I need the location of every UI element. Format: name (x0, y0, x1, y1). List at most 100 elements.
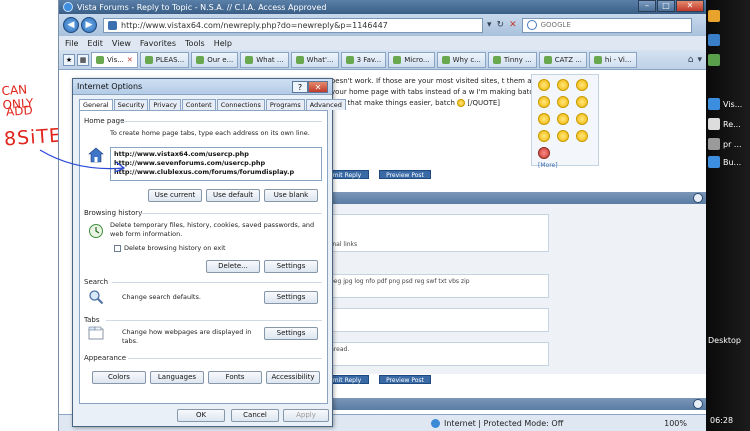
taskbar-item-3[interactable]: Bu... (708, 154, 748, 170)
search-provider-icon (526, 20, 537, 30)
close-button[interactable]: ✕ (676, 0, 704, 12)
taskbar-item-1[interactable]: Re... (708, 116, 748, 132)
history-settings-button[interactable]: Settings (264, 260, 318, 273)
fonts-button[interactable]: Fonts (208, 371, 262, 384)
stop-icon[interactable]: ✕ (509, 20, 517, 30)
tab-1[interactable]: PLEAS... (139, 51, 190, 68)
smiley-icon[interactable] (576, 79, 588, 91)
preview-post-button[interactable]: Preview Post (379, 170, 431, 179)
dialog-close-button[interactable]: ✕ (308, 81, 328, 93)
smiley-icon[interactable] (538, 96, 550, 108)
tab-2[interactable]: Our e... (191, 51, 239, 68)
menu-favorites[interactable]: Favorites (140, 39, 176, 48)
tab-7[interactable]: Why c... (436, 51, 486, 68)
tabs-settings-button[interactable]: Settings (264, 327, 318, 340)
smiley-icon[interactable] (538, 113, 550, 125)
internet-options-dialog: Internet Options ? ✕ General Security Pr… (72, 78, 346, 427)
history-icon (89, 224, 103, 238)
preview-post-button-bottom[interactable]: Preview Post (379, 375, 431, 384)
smiley-icon (457, 99, 466, 107)
smiley-icon[interactable] (538, 79, 550, 91)
apply-button[interactable]: Apply (283, 409, 329, 422)
smiley-icon[interactable] (557, 130, 569, 142)
delete-history-on-exit-checkbox[interactable] (114, 245, 121, 252)
maximize-button[interactable]: □ (657, 0, 675, 12)
accessibility-button[interactable]: Accessibility (266, 371, 320, 384)
menu-file[interactable]: File (65, 39, 78, 48)
delete-button[interactable]: Delete... (206, 260, 260, 273)
tab-programs[interactable]: Programs (265, 99, 305, 110)
home-url-0: http://www.vistax64.com/usercp.php (114, 150, 249, 158)
tab-9[interactable]: CATZ ... (538, 51, 587, 68)
smiley-icon[interactable] (576, 96, 588, 108)
house-icon (88, 147, 104, 163)
search-heading: Search (84, 278, 109, 286)
collapse-icon[interactable] (693, 193, 703, 203)
tab-6[interactable]: Micro... (388, 51, 435, 68)
smiley-icon[interactable] (557, 79, 569, 91)
smiley-icon[interactable] (557, 113, 569, 125)
divider (140, 213, 322, 214)
use-blank-button[interactable]: Use blank (264, 189, 318, 202)
search-icon (89, 290, 104, 305)
tab-4[interactable]: What'... (290, 51, 339, 68)
forum-post-text: oesn't work. If those are your most visi… (331, 77, 538, 107)
smiley-icon[interactable] (538, 130, 550, 142)
cancel-button[interactable]: Cancel (231, 409, 279, 422)
home-page-url-list[interactable]: http://www.vistax64.com/usercp.php http:… (110, 147, 322, 181)
tab-connections[interactable]: Connections (216, 99, 265, 110)
address-bar: ◀ ▶ http://www.vistax64.com/newreply.php… (59, 14, 706, 36)
tab-general[interactable]: General (79, 99, 113, 110)
zoom-level[interactable]: 100% (664, 419, 687, 428)
tab-5[interactable]: 3 Fav... (340, 51, 387, 68)
tabs-heading: Tabs (84, 316, 100, 324)
home-url-2: http://www.clublexus.com/forums/forumdis… (114, 168, 295, 176)
tab-0[interactable]: Vis... ✕ (91, 51, 138, 68)
globe-icon (431, 418, 440, 428)
smiley-icon[interactable] (576, 113, 588, 125)
ok-button[interactable]: OK (177, 409, 225, 422)
help-button[interactable]: ? (292, 81, 308, 93)
smiley-icon[interactable] (538, 147, 550, 159)
more-smilies-link[interactable]: [More] (538, 162, 596, 169)
desktop-label[interactable]: Desktop (708, 336, 741, 345)
url-field[interactable]: http://www.vistax64.com/newreply.php?do=… (103, 17, 483, 33)
tab-10[interactable]: hi - Vi... (588, 51, 637, 68)
sidebar-widget-3 (708, 52, 748, 68)
search-field[interactable]: GOOGLE (521, 17, 692, 33)
general-tab-panel: Home page To create home page tabs, type… (79, 110, 328, 404)
forward-button[interactable]: ▶ (81, 17, 97, 33)
tab-3[interactable]: What ... (240, 51, 289, 68)
refresh-icon[interactable]: ↻ (497, 20, 505, 30)
tab-security[interactable]: Security (113, 99, 149, 110)
tab-8[interactable]: Tinny ... (487, 51, 537, 68)
tab-content[interactable]: Content (181, 99, 216, 110)
colors-button[interactable]: Colors (92, 371, 146, 384)
favorites-star-icon[interactable]: ★ (63, 53, 75, 66)
smiley-icon[interactable] (557, 96, 569, 108)
tab-privacy[interactable]: Privacy (149, 99, 181, 110)
search-settings-button[interactable]: Settings (264, 291, 318, 304)
page-menu-icon[interactable]: ▾ (697, 55, 702, 65)
quick-tabs-icon[interactable]: ▦ (77, 53, 89, 66)
menu-view[interactable]: View (112, 39, 131, 48)
back-button[interactable]: ◀ (63, 17, 79, 33)
collapse-icon[interactable] (693, 399, 703, 409)
taskbar-item-2[interactable]: pr ... (708, 136, 748, 152)
languages-button[interactable]: Languages (150, 371, 204, 384)
tab-advanced[interactable]: Advanced (305, 99, 346, 110)
subscribe-field: hread. (325, 342, 549, 366)
menu-edit[interactable]: Edit (87, 39, 103, 48)
home-icon[interactable]: ⌂ (688, 55, 694, 65)
use-default-button[interactable]: Use default (206, 189, 260, 202)
clock[interactable]: 06:28 (710, 416, 733, 425)
ie-icon (63, 2, 73, 12)
dropdown-icon[interactable]: ▾ (487, 20, 492, 30)
menu-help[interactable]: Help (214, 39, 232, 48)
smiley-icon[interactable] (576, 130, 588, 142)
use-current-button[interactable]: Use current (148, 189, 202, 202)
menu-tools[interactable]: Tools (185, 39, 205, 48)
close-tab-icon[interactable]: ✕ (127, 56, 133, 64)
taskbar-item-0[interactable]: Vis... (708, 96, 748, 112)
minimize-button[interactable]: – (638, 0, 656, 12)
